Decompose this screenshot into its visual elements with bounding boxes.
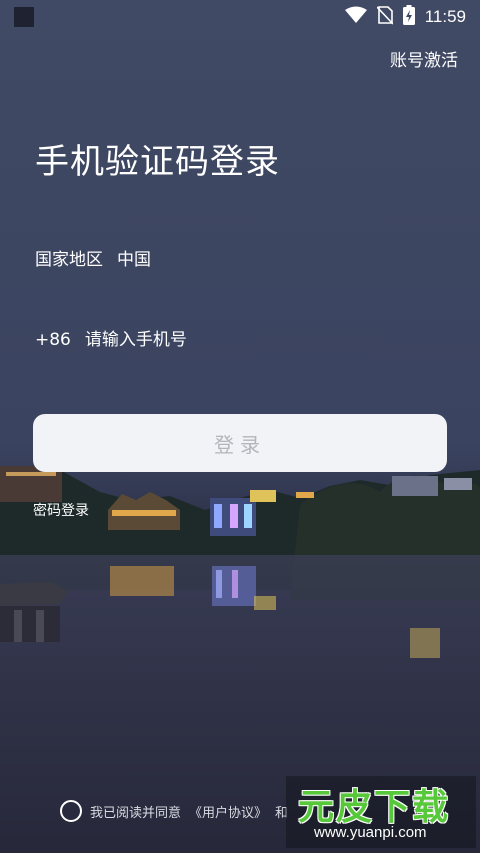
password-login-link[interactable]: 密码登录 [33,500,89,520]
battery-charging-icon [402,5,415,29]
agreement-checkbox[interactable] [60,800,82,822]
status-time: 11:59 [424,7,466,26]
login-button[interactable]: 登录 [33,414,447,472]
watermark-logo: 元皮下载 [298,787,451,828]
account-activation-link[interactable]: 账号激活 [390,46,458,71]
region-selector[interactable]: 国家地区 中国 [35,245,151,270]
agreement-prefix: 我已阅读并同意 [90,805,182,821]
user-agreement-link[interactable]: 《用户协议》 [189,802,267,821]
watermark-url: www.yuanpi.com [314,824,427,841]
watermark: 元皮下载 www.yuanpi.com [286,776,476,848]
wifi-icon [344,6,367,28]
phone-number-input[interactable] [84,330,385,350]
status-bar: 11:59 [0,0,480,34]
region-label: 国家地区 [35,250,103,270]
no-sim-icon [376,5,394,29]
phone-row: +86 [35,330,385,350]
page-title: 手机验证码登录 [35,142,280,182]
agreement-row: 我已阅读并同意 《用户协议》和 [60,800,288,822]
region-value: 中国 [117,250,151,270]
country-code-selector[interactable]: +86 [35,330,71,350]
notification-icon [14,7,34,27]
